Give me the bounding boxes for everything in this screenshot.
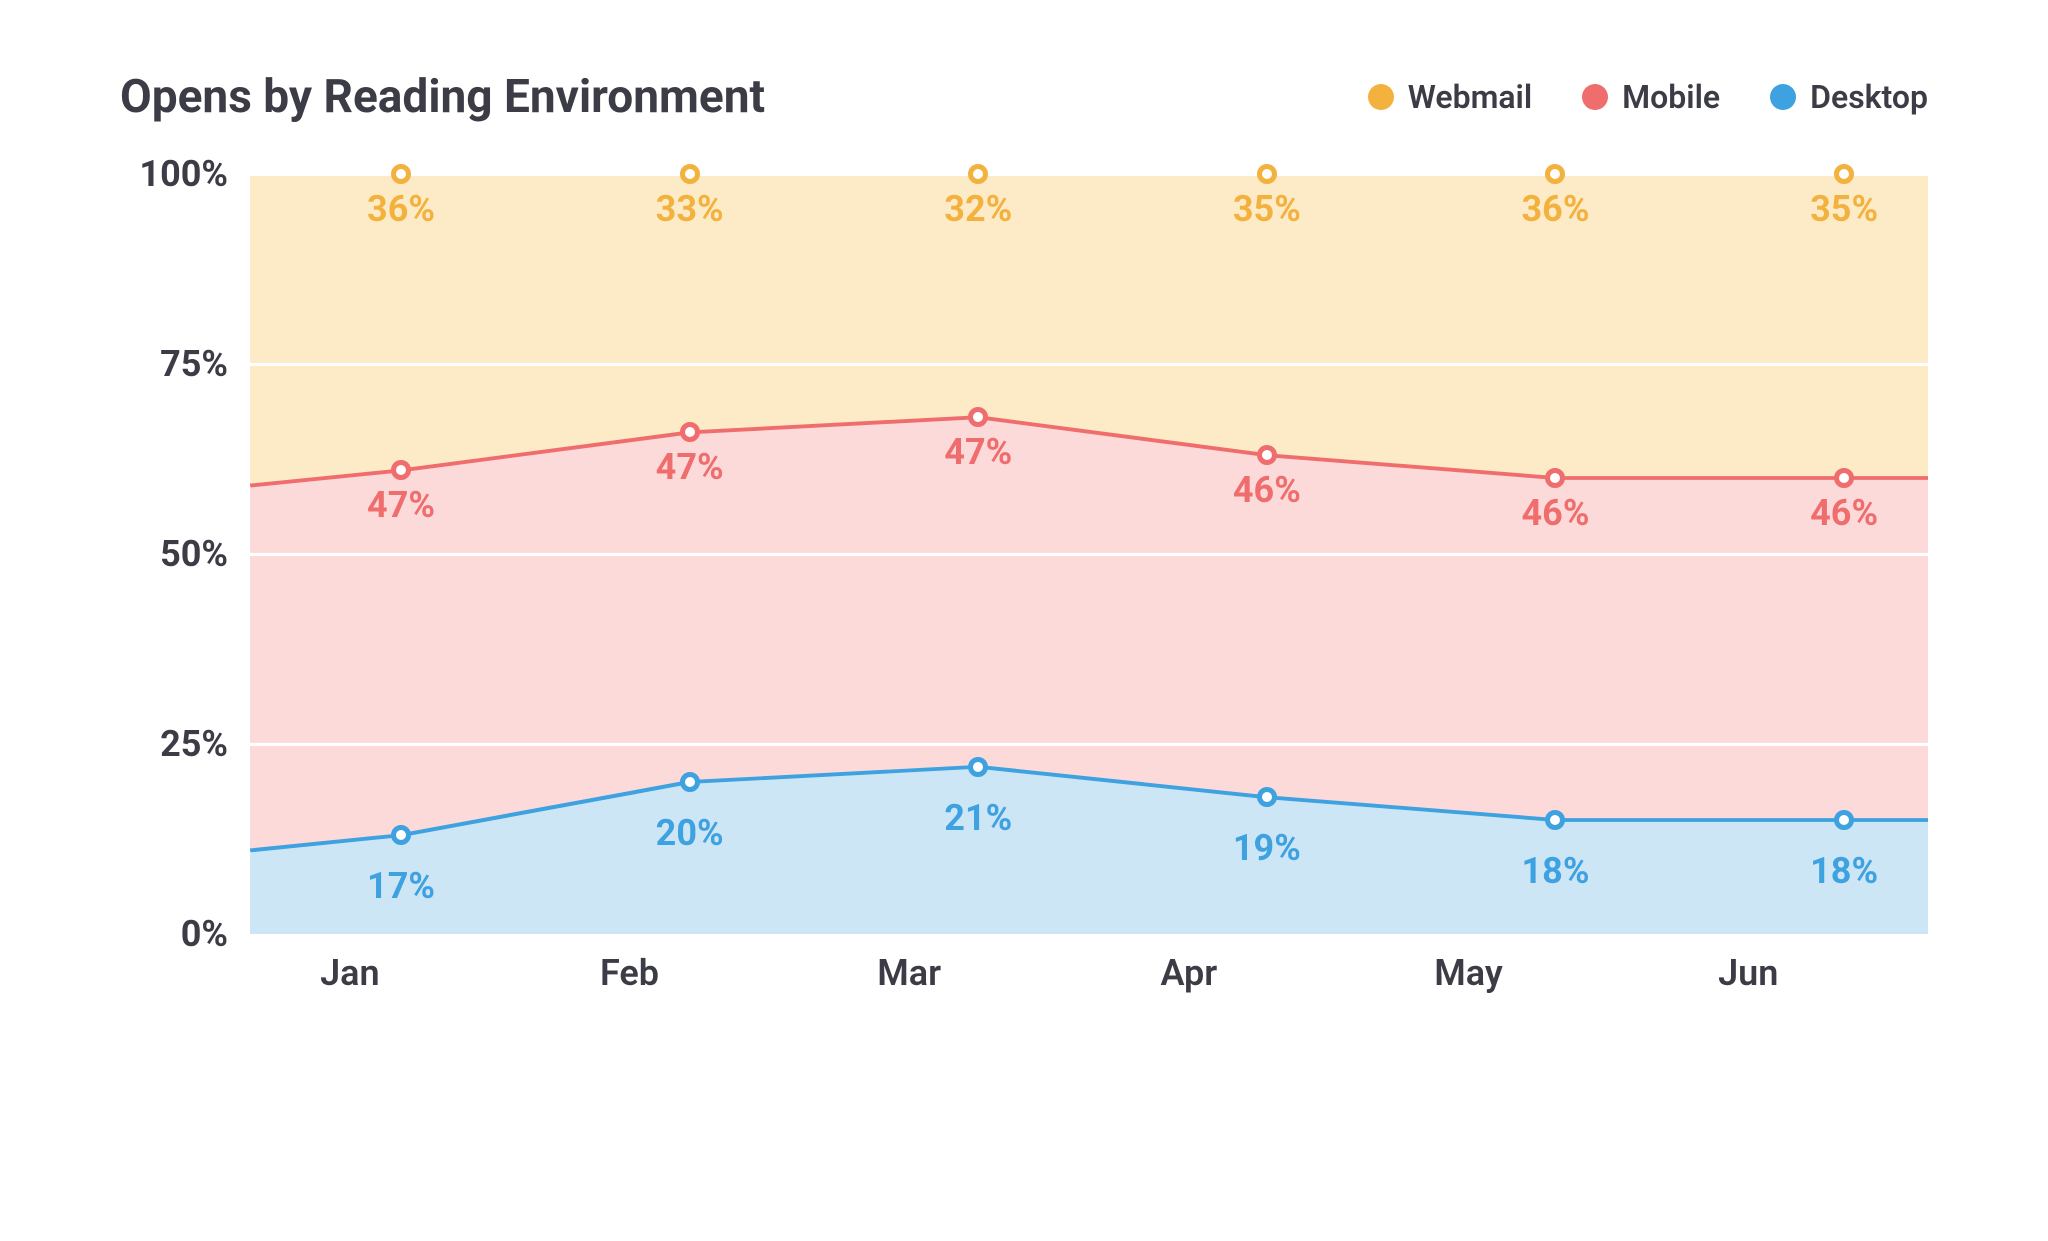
legend-item-webmail: Webmail	[1368, 78, 1532, 116]
data-label-webmail: 33%	[656, 188, 724, 230]
data-label-desktop: 21%	[944, 797, 1012, 839]
data-label-desktop: 18%	[1522, 850, 1590, 892]
x-tick: May	[1329, 952, 1609, 994]
data-label-desktop: 18%	[1810, 850, 1878, 892]
data-label-desktop: 17%	[367, 865, 435, 907]
data-point-marker	[680, 772, 700, 792]
x-tick: Mar	[769, 952, 1049, 994]
y-tick: 100%	[139, 153, 228, 195]
data-label-mobile: 47%	[656, 446, 724, 488]
chart-title: Opens by Reading Environment	[120, 70, 765, 124]
data-point-marker	[680, 164, 700, 184]
data-label-webmail: 35%	[1810, 188, 1878, 230]
x-tick: Jan	[210, 952, 490, 994]
x-tick: Apr	[1049, 952, 1329, 994]
data-label-webmail: 32%	[944, 188, 1012, 230]
legend-label-webmail: Webmail	[1408, 78, 1532, 116]
grid-line	[250, 554, 1928, 556]
data-label-webmail: 36%	[367, 188, 435, 230]
data-label-mobile: 47%	[367, 484, 435, 526]
grid-line	[250, 364, 1928, 366]
legend-label-desktop: Desktop	[1810, 78, 1928, 116]
chart-legend: Webmail Mobile Desktop	[1368, 78, 1928, 116]
data-point-marker	[1257, 787, 1277, 807]
data-point-marker	[391, 164, 411, 184]
x-tick: Feb	[490, 952, 770, 994]
data-label-mobile: 46%	[1233, 469, 1301, 511]
data-point-marker	[1834, 810, 1854, 830]
data-label-webmail: 35%	[1233, 188, 1301, 230]
legend-item-mobile: Mobile	[1582, 78, 1720, 116]
plot-area: 17% 20% 21% 19% 18% 18% 47% 47% 47% 46% 46% 46% 36% 3…	[250, 174, 1928, 934]
chart-header: Opens by Reading Environment Webmail Mob…	[120, 70, 1928, 124]
y-tick: 75%	[160, 343, 228, 385]
data-point-marker	[680, 422, 700, 442]
grid-line	[250, 744, 1928, 746]
data-label-desktop: 20%	[656, 812, 724, 854]
data-label-desktop: 19%	[1233, 827, 1301, 869]
data-label-mobile: 46%	[1810, 492, 1878, 534]
data-point-marker	[1257, 164, 1277, 184]
x-tick: Jun	[1608, 952, 1888, 994]
legend-dot-desktop	[1770, 84, 1796, 110]
legend-dot-mobile	[1582, 84, 1608, 110]
data-point-marker	[968, 757, 988, 777]
y-tick: 50%	[160, 533, 228, 575]
data-label-mobile: 47%	[944, 431, 1012, 473]
data-point-marker	[1834, 164, 1854, 184]
y-tick: 25%	[160, 723, 228, 765]
data-point-marker	[1257, 445, 1277, 465]
data-label-mobile: 46%	[1522, 492, 1590, 534]
data-point-marker	[1834, 468, 1854, 488]
y-axis: 0%25%50%75%100%	[120, 174, 250, 934]
y-tick: 0%	[181, 913, 228, 955]
data-label-webmail: 36%	[1522, 188, 1590, 230]
legend-item-desktop: Desktop	[1770, 78, 1928, 116]
legend-dot-webmail	[1368, 84, 1394, 110]
chart-area: 0%25%50%75%100% 17%20%21%19%18%18%47%47%…	[120, 174, 1928, 1024]
grid-line	[250, 174, 1928, 176]
legend-label-mobile: Mobile	[1622, 78, 1720, 116]
x-axis: JanFebMarAprMayJun	[250, 952, 1928, 994]
